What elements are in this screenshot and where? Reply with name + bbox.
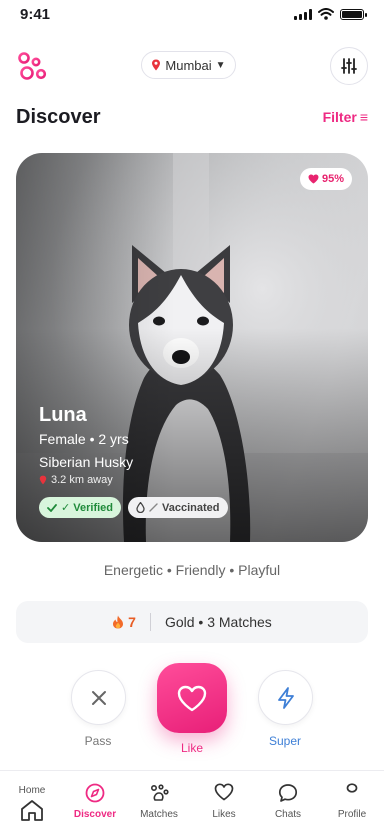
verified-tag: ✓ Verified: [39, 497, 122, 518]
status-bar: 9:41: [0, 0, 384, 28]
nav-item-matches[interactable]: Matches: [127, 771, 191, 823]
pet-gender-age: Female • 2 yrs: [39, 431, 129, 447]
home-icon: [21, 800, 43, 821]
match-percent-badge: 95%: [299, 168, 352, 190]
nav-item-profile[interactable]: Profile: [320, 771, 384, 823]
streak-counter: 7: [112, 614, 136, 630]
paw-logo-icon[interactable]: [14, 49, 48, 83]
paw-icon: [150, 784, 169, 801]
map-pin-icon: [152, 59, 161, 71]
super-like-button[interactable]: [258, 670, 313, 725]
nav-label-profile: Profile: [337, 809, 367, 820]
lightning-icon: [277, 686, 294, 709]
nav-item-chats[interactable]: Chats: [256, 771, 320, 823]
nav-label-likes: Likes: [212, 809, 236, 820]
nav-label-chats: Chats: [274, 809, 302, 820]
filter-link[interactable]: Filter ≡: [323, 109, 368, 125]
syringe-icon: [149, 503, 158, 512]
checkmark-icon: [47, 503, 57, 512]
nav-label-matches: Matches: [140, 809, 178, 820]
filter-lines-icon: ≡: [359, 109, 368, 125]
heart-icon: [214, 783, 234, 801]
streak-count: 7: [128, 614, 136, 630]
pass-button[interactable]: [71, 670, 126, 725]
close-icon: [91, 690, 106, 705]
heart-outline-icon: [177, 685, 207, 711]
page-title: Discover: [16, 105, 101, 128]
pet-traits: Energetic • Friendly • Playful: [103, 562, 281, 578]
filter-label: Filter: [322, 109, 357, 125]
verified-label: ✓ Verified: [61, 502, 114, 514]
compass-icon: [85, 783, 105, 803]
heart-icon: [308, 174, 319, 184]
nav-item-home[interactable]: Home: [0, 771, 64, 823]
distance-label: 3.2 km away: [51, 474, 113, 486]
nav-item-discover[interactable]: Discover: [63, 771, 127, 823]
super-label: Super: [268, 734, 302, 748]
pet-profile-card[interactable]: 95% Luna Female • 2 yrs Siberian Husky 3…: [16, 153, 368, 542]
stats-divider: [149, 613, 151, 631]
bottom-nav: Home Discover Matches Likes Chats Profil…: [0, 770, 384, 823]
discover-header: Discover Filter ≡: [16, 104, 368, 130]
location-selector[interactable]: Mumbai ▼: [141, 51, 236, 79]
like-button[interactable]: [157, 663, 227, 733]
nav-label-discover: Discover: [73, 809, 117, 820]
chat-bubble-icon: [278, 784, 298, 802]
tier-summary: Gold • 3 Matches: [164, 614, 272, 630]
streak-stats-bar: 7 Gold • 3 Matches: [16, 601, 368, 643]
user-icon: [346, 783, 358, 793]
map-pin-icon: [39, 475, 47, 485]
nav-item-likes[interactable]: Likes: [192, 771, 256, 823]
pet-breed: Siberian Husky: [39, 454, 134, 470]
filters-settings-button[interactable]: [330, 47, 368, 85]
vaccinated-tag: Vaccinated: [128, 497, 228, 518]
droplet-icon: [136, 502, 145, 513]
sliders-icon: [341, 58, 357, 74]
top-bar: Mumbai ▼: [0, 44, 384, 88]
status-time: 9:41: [20, 5, 51, 23]
like-label: Like: [180, 741, 203, 755]
pet-name: Luna: [39, 404, 87, 426]
status-icons: [294, 8, 367, 20]
match-percent: 95%: [321, 173, 344, 185]
fire-icon: [113, 615, 124, 629]
pet-distance: 3.2 km away: [39, 474, 113, 486]
vaccinated-label: Vaccinated: [162, 501, 220, 514]
pass-label: Pass: [84, 734, 112, 748]
chevron-down-icon: ▼: [215, 59, 226, 71]
battery-icon: [340, 8, 367, 20]
signal-icon: [294, 8, 312, 20]
nav-label-home: Home: [18, 785, 46, 796]
wifi-icon: [318, 8, 334, 20]
pet-tags: ✓ Verified Vaccinated: [39, 497, 228, 518]
swipe-actions: Pass Like Super: [0, 660, 384, 760]
location-label: Mumbai: [165, 57, 212, 73]
